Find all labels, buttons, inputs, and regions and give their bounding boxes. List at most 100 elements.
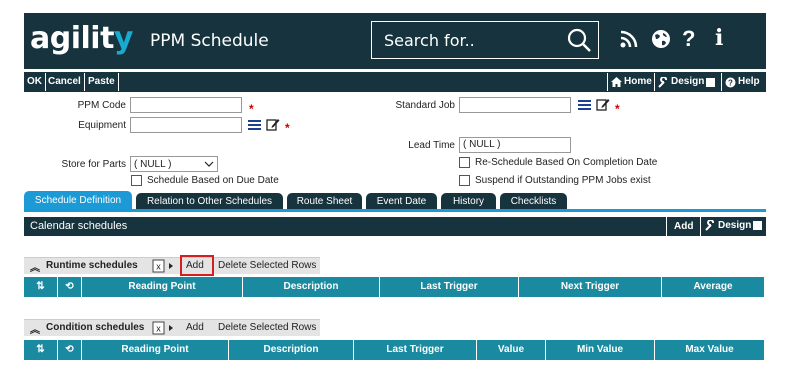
wrench-icon: [705, 220, 714, 231]
svg-text:x: x: [156, 262, 161, 272]
design-toggle-icon: [706, 77, 716, 87]
tab-event-date[interactable]: Event Date: [366, 193, 437, 210]
reschedule-checkbox[interactable]: [459, 157, 470, 168]
search-input[interactable]: [372, 22, 562, 58]
runtime-delete-selected-button[interactable]: Delete Selected Rows: [218, 260, 316, 271]
column-last-trigger[interactable]: Last Trigger: [354, 340, 477, 360]
refresh-icon[interactable]: ⟲: [58, 340, 82, 360]
tab-history[interactable]: History: [441, 193, 496, 210]
column-reading-point[interactable]: Reading Point: [82, 277, 243, 297]
add-button-highlight: [180, 255, 214, 276]
standard-job-field[interactable]: [459, 97, 571, 113]
page-title: PPM Schedule: [150, 31, 269, 51]
app-logo[interactable]: agility: [30, 21, 133, 56]
toolbar-divider: [654, 73, 655, 91]
required-marker: *: [285, 121, 290, 135]
required-marker: *: [615, 102, 620, 116]
logo-text: agilit: [30, 21, 114, 56]
toolbar-divider: [607, 73, 608, 91]
app-header: agility PPM Schedule ? i: [24, 13, 766, 69]
globe-icon[interactable]: [651, 29, 671, 49]
standard-job-label: Standard Job: [395, 100, 456, 111]
store-for-parts-select[interactable]: ( NULL ): [130, 156, 218, 172]
bar-divider: [666, 217, 667, 236]
toolbar-divider: [721, 73, 722, 91]
condition-add-button[interactable]: Add: [186, 322, 204, 333]
column-reading-point[interactable]: Reading Point: [82, 340, 229, 360]
home-label: Home: [624, 76, 652, 87]
calendar-schedules-bar: Calendar schedules Add Design: [24, 217, 766, 236]
store-for-parts-value: ( NULL ): [134, 158, 172, 170]
tab-checklists[interactable]: Checklists: [500, 193, 567, 210]
chevron-down-icon: [204, 161, 214, 167]
tab-schedule-definition[interactable]: Schedule Definition: [24, 191, 132, 210]
column-last-trigger[interactable]: Last Trigger: [380, 277, 519, 297]
sort-icon[interactable]: ⇅: [24, 340, 58, 360]
ppm-code-field[interactable]: [130, 97, 242, 113]
suspend-label: Suspend if Outstanding PPM Jobs exist: [475, 175, 651, 186]
sort-icon[interactable]: ⇅: [24, 277, 58, 297]
column-next-trigger[interactable]: Next Trigger: [519, 277, 662, 297]
due-date-label: Schedule Based on Due Date: [147, 175, 279, 186]
condition-schedules-title: Condition schedules: [46, 322, 145, 333]
column-min-value[interactable]: Min Value: [546, 340, 655, 360]
ok-button[interactable]: OK: [24, 73, 46, 91]
toolbar: OK Cancel Paste Home Design ? Help: [24, 72, 766, 92]
reschedule-label: Re-Schedule Based On Completion Date: [475, 157, 658, 168]
paste-button[interactable]: Paste: [85, 73, 119, 91]
wrench-icon: [658, 76, 667, 88]
suspend-checkbox[interactable]: [459, 175, 470, 186]
condition-delete-selected-button[interactable]: Delete Selected Rows: [218, 322, 316, 333]
design-toggle-icon: [753, 221, 763, 230]
runtime-grid-header: ⇅ ⟲ Reading Point Description Last Trigg…: [24, 277, 764, 297]
edit-icon[interactable]: [596, 98, 610, 111]
home-button[interactable]: Home: [611, 73, 652, 91]
list-icon[interactable]: [248, 119, 261, 131]
home-icon: [611, 77, 622, 87]
ppm-code-label: PPM Code: [77, 100, 126, 111]
help-circle-icon: ?: [725, 77, 736, 87]
tabs-underline: [24, 209, 766, 212]
runtime-schedules-title: Runtime schedules: [46, 260, 138, 271]
due-date-checkbox[interactable]: [131, 175, 142, 186]
search-box: [371, 21, 599, 59]
column-description[interactable]: Description: [229, 340, 354, 360]
search-icon[interactable]: [566, 27, 592, 53]
chevron-up-icon[interactable]: ︽: [30, 259, 40, 274]
help-label: Help: [738, 76, 760, 87]
column-value[interactable]: Value: [477, 340, 546, 360]
logo-accent: y: [113, 21, 134, 56]
excel-icon[interactable]: x: [152, 259, 176, 273]
condition-schedules-bar: ︽ Condition schedules x Add Delete Selec…: [24, 319, 320, 336]
lead-time-label: Lead Time: [408, 140, 455, 151]
design-label: Design: [671, 76, 705, 87]
column-average[interactable]: Average: [662, 277, 764, 297]
help-icon[interactable]: ?: [682, 26, 695, 52]
calendar-add-button[interactable]: Add: [674, 221, 693, 232]
rss-icon[interactable]: [619, 29, 639, 49]
runtime-schedules-bar: ︽ Runtime schedules x Add Delete Selecte…: [24, 257, 320, 274]
excel-icon[interactable]: x: [152, 321, 176, 335]
list-icon[interactable]: [578, 99, 591, 111]
edit-icon[interactable]: [266, 118, 280, 131]
required-marker: *: [249, 102, 254, 116]
equipment-field[interactable]: [130, 117, 242, 133]
svg-text:x: x: [156, 324, 161, 334]
refresh-icon[interactable]: ⟲: [58, 277, 82, 297]
calendar-design-label: Design: [718, 220, 752, 231]
lead-time-field[interactable]: ( NULL ): [459, 137, 571, 153]
tab-relation-to-other-schedules[interactable]: Relation to Other Schedules: [136, 193, 283, 210]
info-icon[interactable]: i: [715, 25, 723, 51]
column-max-value[interactable]: Max Value: [655, 340, 764, 360]
design-button[interactable]: Design: [658, 73, 716, 91]
cancel-button[interactable]: Cancel: [45, 73, 85, 91]
column-description[interactable]: Description: [243, 277, 380, 297]
store-for-parts-label: Store for Parts: [61, 159, 126, 170]
equipment-label: Equipment: [78, 120, 126, 131]
calendar-design-button[interactable]: Design: [705, 220, 763, 231]
condition-grid-header: ⇅ ⟲ Reading Point Description Last Trigg…: [24, 340, 764, 360]
chevron-up-icon[interactable]: ︽: [30, 321, 40, 336]
bar-divider: [700, 217, 701, 236]
help-button[interactable]: ? Help: [725, 73, 760, 91]
tab-route-sheet[interactable]: Route Sheet: [287, 193, 362, 210]
